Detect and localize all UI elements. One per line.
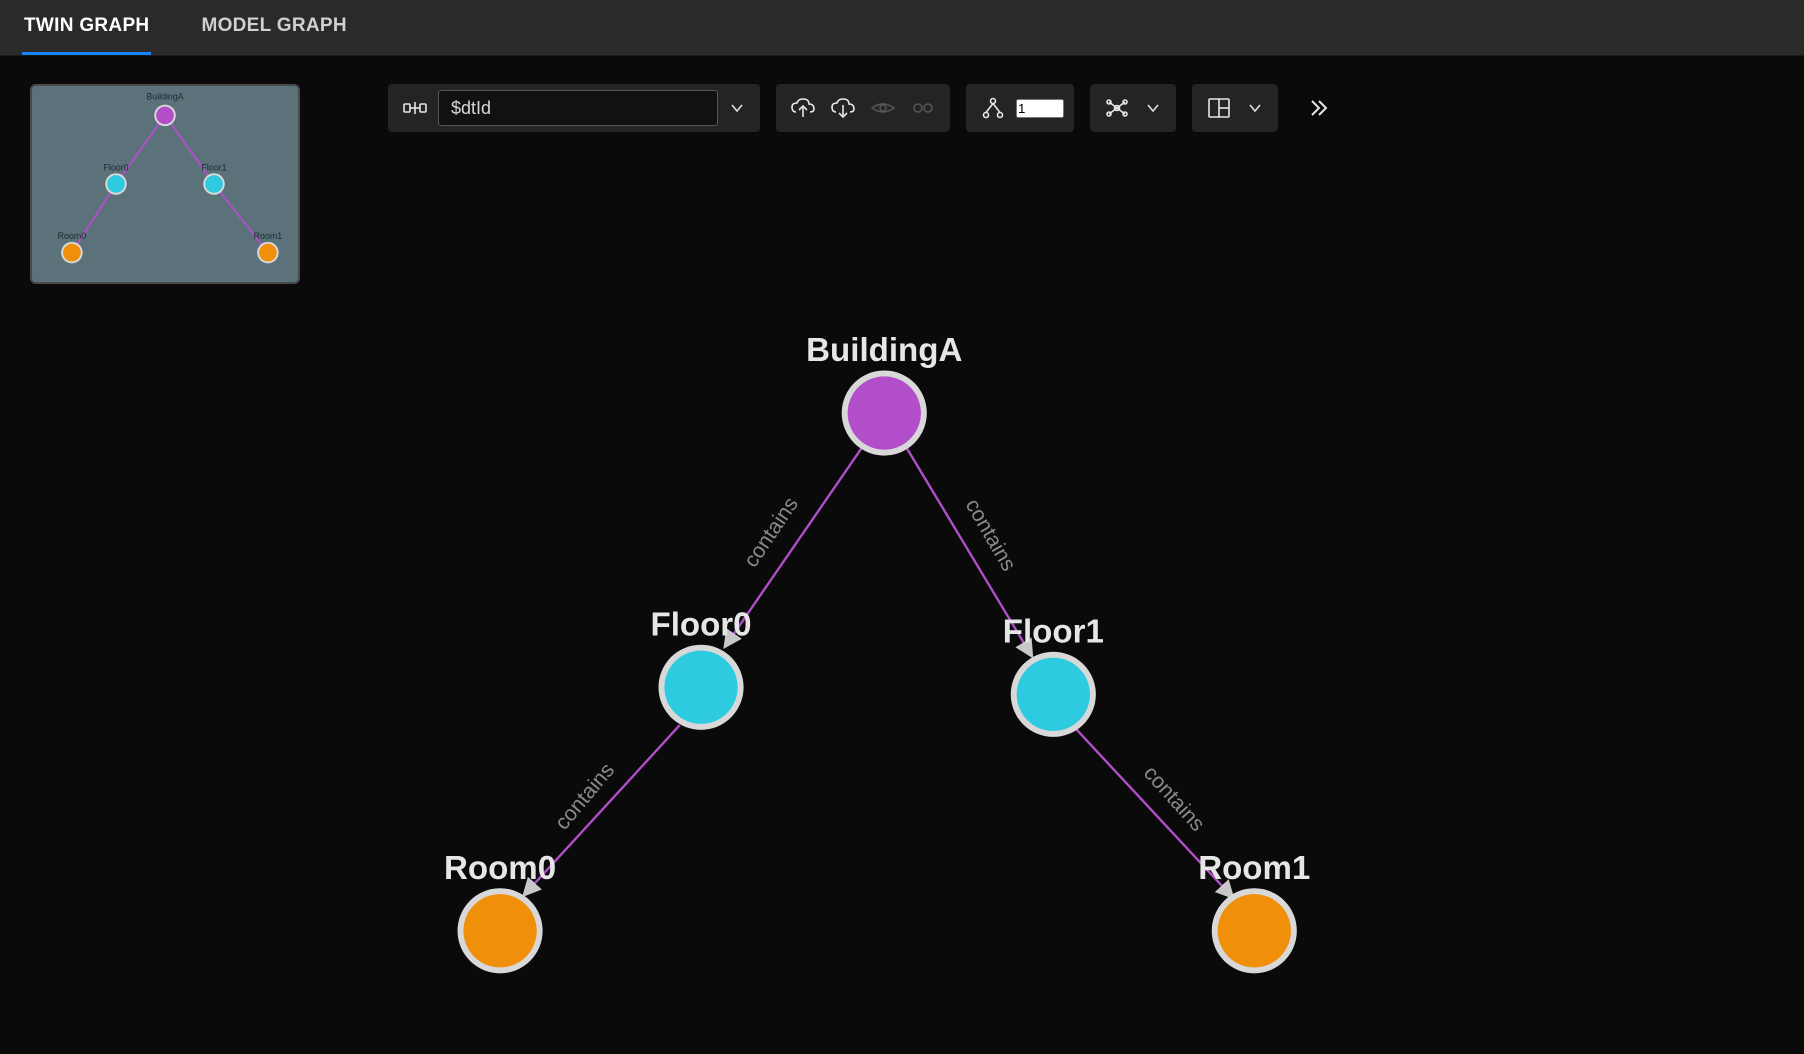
node-label: BuildingA: [806, 332, 962, 369]
node-building[interactable]: BuildingA: [806, 332, 962, 456]
edge-label: contains: [739, 492, 803, 571]
edge-label: contains: [1139, 761, 1210, 836]
tab-bar: TWIN GRAPH MODEL GRAPH: [0, 0, 1804, 56]
tab-twin-graph[interactable]: TWIN GRAPH: [22, 0, 151, 55]
node-room1[interactable]: Room1: [1198, 850, 1310, 974]
node-room0[interactable]: Room0: [444, 850, 556, 974]
edge-label: contains: [550, 758, 619, 834]
node-label: Floor1: [1003, 613, 1104, 650]
tab-model-graph[interactable]: MODEL GRAPH: [199, 0, 348, 55]
node-label: Room1: [1198, 850, 1310, 887]
node-floor1[interactable]: Floor1: [1003, 613, 1104, 737]
node-label: Floor0: [650, 606, 751, 643]
node-floor0[interactable]: Floor0: [650, 606, 751, 730]
twin-graph-canvas[interactable]: contains contains contains contains Buil…: [0, 56, 1804, 1049]
graph-area: BuildingA Floor0 Floor1 Room0 Room1: [0, 56, 1804, 1049]
node-label: Room0: [444, 850, 556, 887]
edge-label: contains: [961, 495, 1021, 576]
